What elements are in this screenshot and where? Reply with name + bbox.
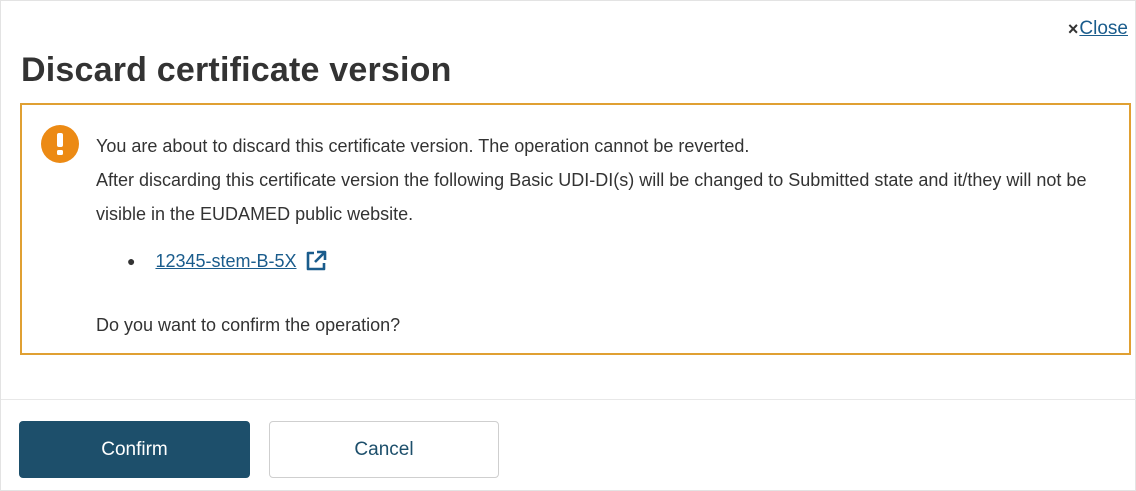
confirm-question: Do you want to confirm the operation? (96, 315, 401, 335)
alert-message-line2: After discarding this certificate versio… (96, 170, 1087, 224)
dialog-title: Discard certificate version (21, 51, 452, 89)
external-link-icon[interactable] (305, 250, 327, 272)
close-icon: × (1067, 19, 1079, 39)
exclamation-circle-icon (41, 125, 79, 163)
list-bullet: ● (127, 253, 136, 269)
alert-message-line1: You are about to discard this certificat… (96, 136, 750, 156)
close-button[interactable]: × Close (1068, 18, 1128, 40)
footer-divider (1, 399, 1136, 400)
close-label[interactable]: Close (1079, 18, 1128, 40)
udi-link[interactable]: 12345-stem-B-5X (155, 251, 296, 272)
discard-certificate-dialog: × Close Discard certificate version You … (0, 0, 1136, 491)
confirm-button[interactable]: Confirm (19, 421, 250, 478)
udi-list: ● 12345-stem-B-5X (127, 250, 327, 272)
cancel-button[interactable]: Cancel (269, 421, 499, 478)
alert-message: You are about to discard this certificat… (96, 129, 1106, 231)
warning-alert: You are about to discard this certificat… (20, 103, 1131, 355)
